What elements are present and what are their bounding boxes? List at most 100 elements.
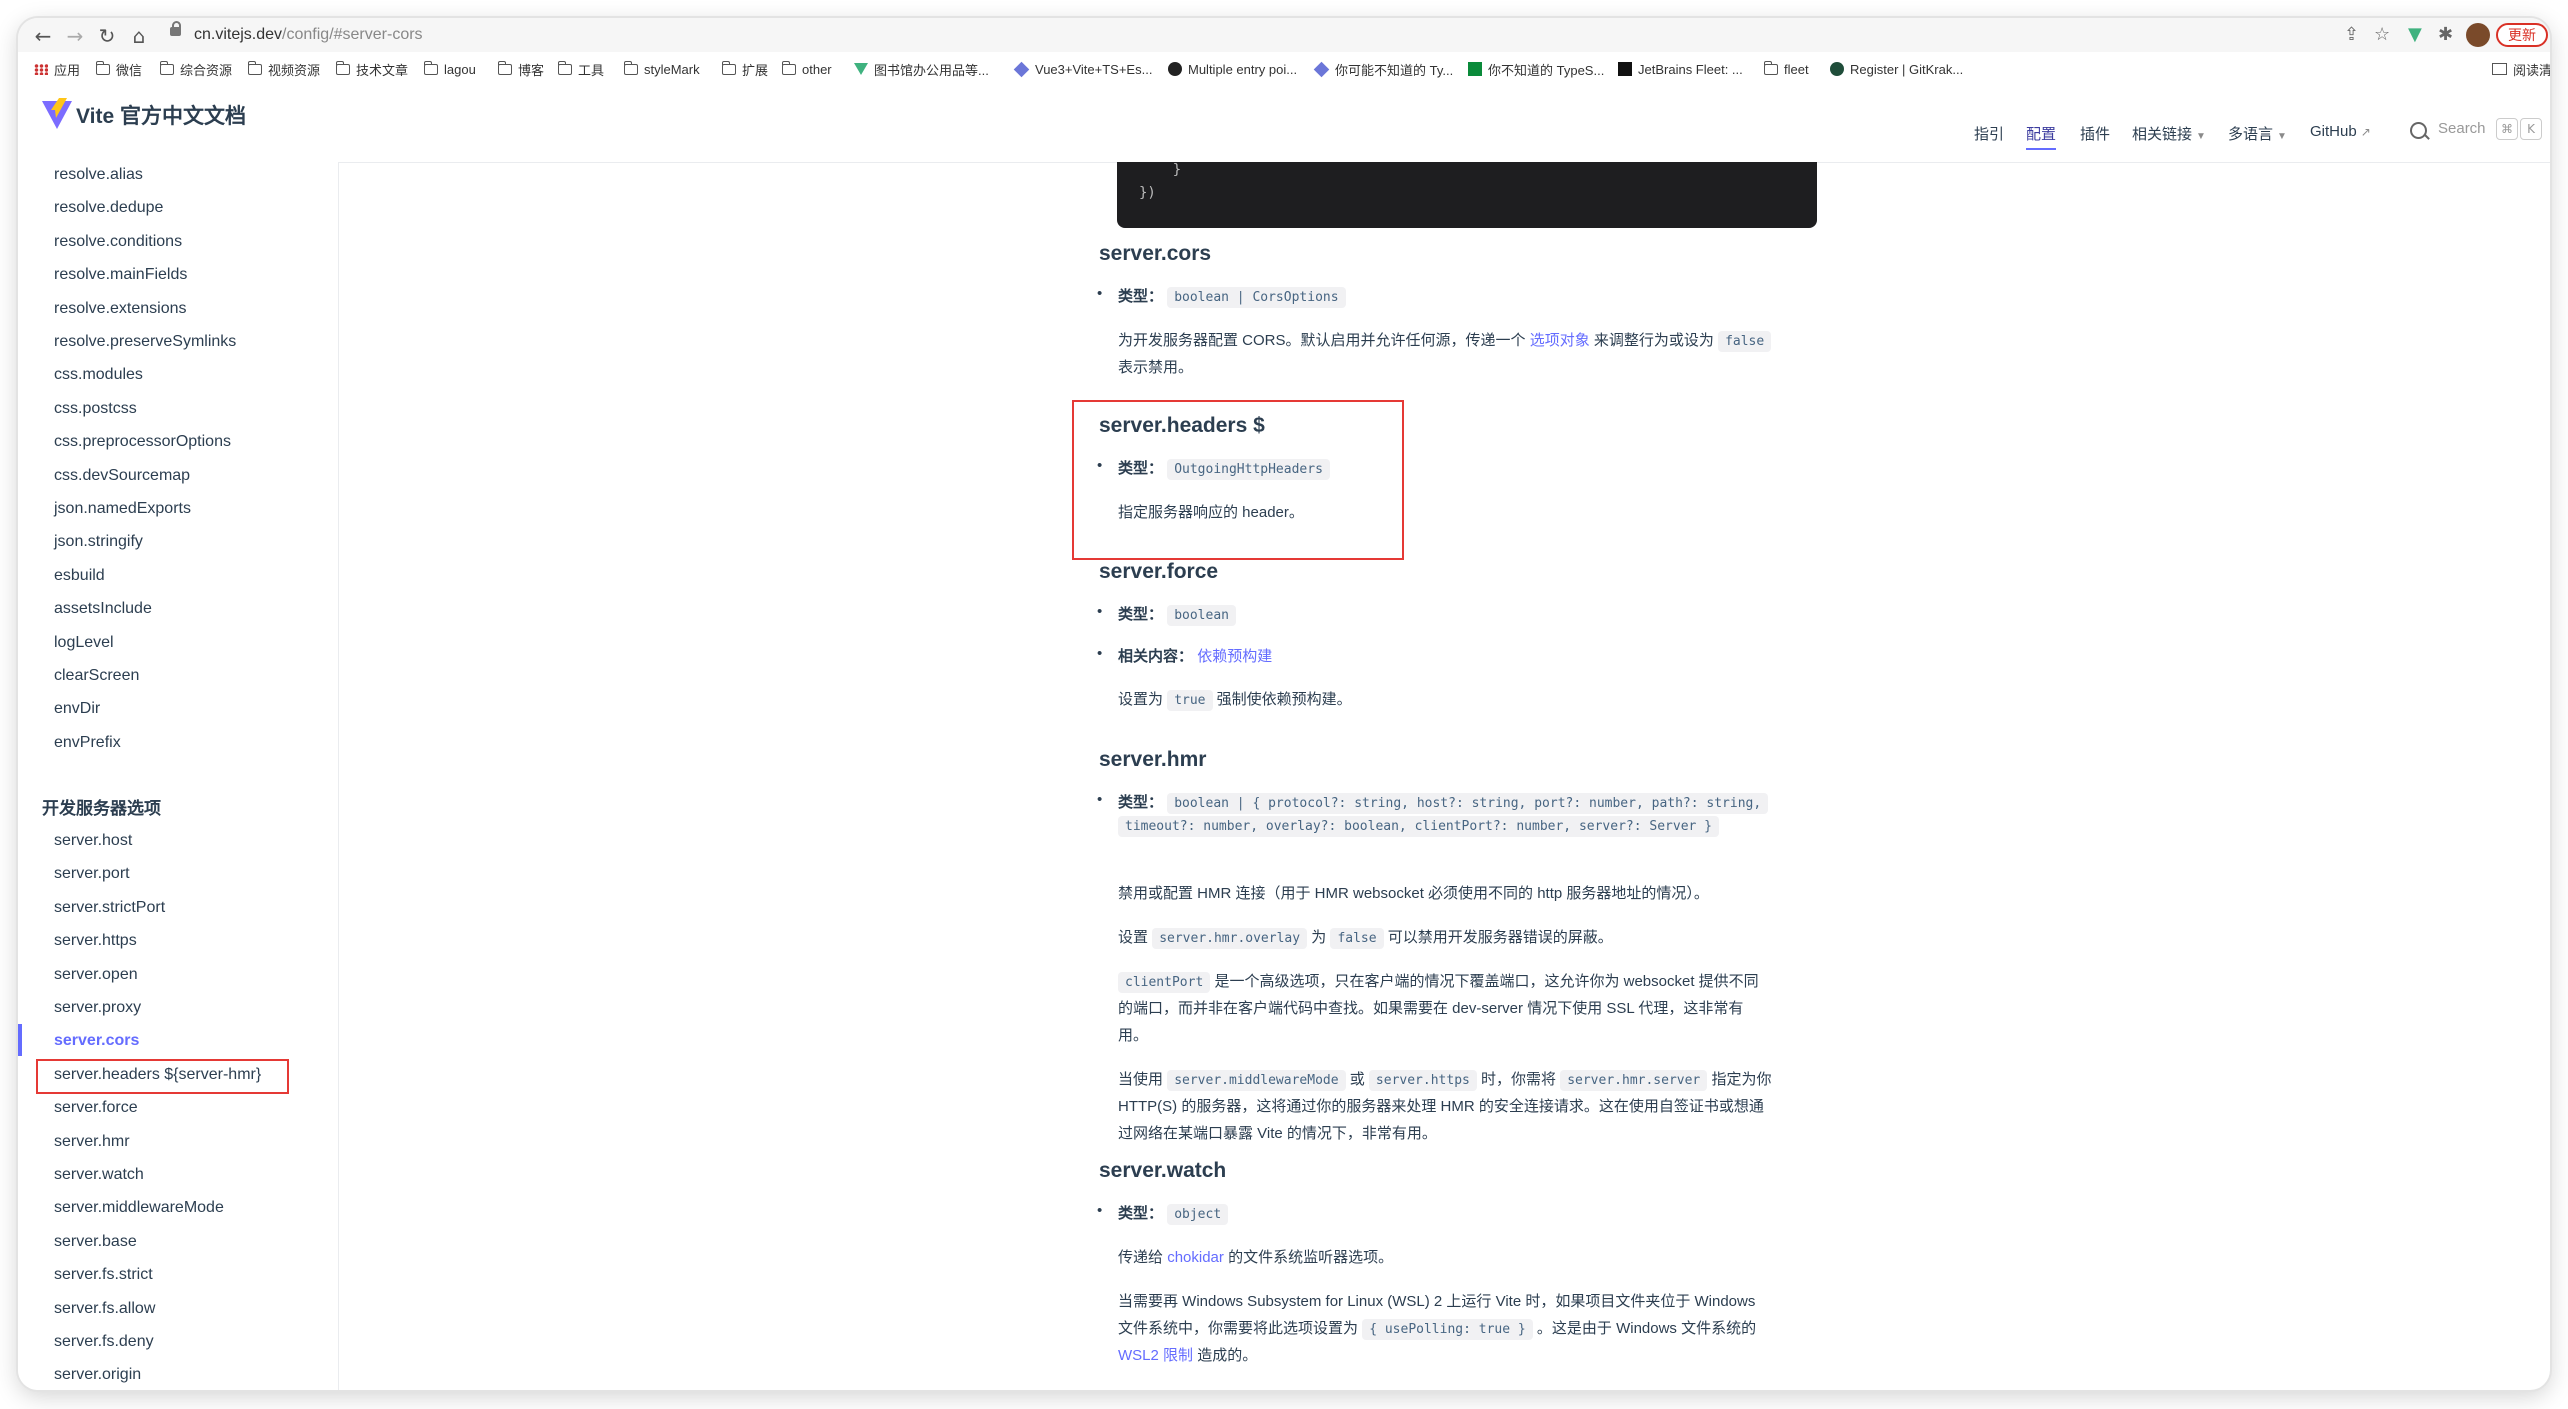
sidebar-item[interactable]: resolve.dedupe [54, 199, 163, 217]
paragraph: 设置 server.hmr.overlay 为 false 可以禁用开发服务器错… [1118, 926, 1613, 949]
bookmark-item[interactable]: 你不知道的 TypeS... [1468, 59, 1604, 79]
sidebar-item[interactable]: css.devSourcemap [54, 467, 190, 485]
url-field[interactable]: cn.vitejs.dev/config/#server-cors [194, 26, 423, 44]
sidebar-item[interactable]: css.postcss [54, 400, 137, 418]
code-line: }) [1139, 185, 1156, 201]
sidebar-item[interactable]: resolve.preserveSymlinks [54, 333, 236, 351]
bookmark-apps[interactable]: 应用 [34, 59, 80, 79]
bookmark-item[interactable]: fleet [1764, 59, 1809, 79]
sidebar: resolve.alias resolve.dedupe resolve.condi… [18, 162, 339, 1390]
bookmark-item[interactable]: lagou [424, 59, 476, 79]
sidebar-item[interactable]: server.cors [54, 1032, 139, 1050]
reload-icon[interactable]: ↻ [94, 24, 120, 48]
sidebar-item[interactable]: server.hmr [54, 1133, 130, 1151]
sidebar-item[interactable]: json.namedExports [54, 500, 191, 518]
heading-server-hmr[interactable]: server.hmr [1099, 748, 1206, 772]
bookmark-item[interactable]: other [782, 59, 832, 79]
vue-devtools-icon[interactable]: ▼ [2408, 24, 2422, 45]
bookmark-item[interactable]: Vue3+Vite+TS+Es... [1013, 59, 1152, 79]
sidebar-item[interactable]: server.strictPort [54, 899, 165, 917]
sidebar-item[interactable]: resolve.extensions [54, 300, 187, 318]
sidebar-item[interactable]: server.watch [54, 1166, 144, 1184]
vite-logo-icon[interactable] [42, 98, 72, 130]
sidebar-item[interactable]: server.https [54, 932, 137, 950]
bookmark-item[interactable]: 综合资源 [160, 59, 232, 79]
sidebar-item[interactable]: assetsInclude [54, 600, 152, 618]
sidebar-item[interactable]: server.proxy [54, 999, 141, 1017]
bookmark-item[interactable]: 工具 [558, 59, 604, 79]
nav-related-links[interactable]: 相关链接 ▼ [2132, 123, 2206, 144]
sidebar-item[interactable]: server.fs.strict [54, 1266, 153, 1284]
sidebar-item[interactable]: server.port [54, 865, 130, 883]
paragraph: 文件系统中，你需要将此选项设置为 { usePolling: true } 。这… [1118, 1317, 1756, 1340]
heading-server-watch[interactable]: server.watch [1099, 1159, 1226, 1183]
list-item: 类型： OutgoingHttpHeaders [1097, 457, 1330, 480]
heading-server-headers[interactable]: server.headers $ [1099, 414, 1265, 438]
sidebar-item[interactable]: json.stringify [54, 533, 143, 551]
dep-prebundle-link[interactable]: 依赖预构建 [1197, 648, 1272, 665]
sidebar-item[interactable]: server.origin [54, 1366, 141, 1384]
bookmark-item[interactable]: 博客 [498, 59, 544, 79]
sidebar-item[interactable]: server.open [54, 966, 138, 984]
bookmark-star-icon[interactable]: ☆ [2374, 24, 2390, 45]
bookmark-item[interactable]: 图书馆办公用品等... [854, 59, 989, 79]
back-icon[interactable]: ← [30, 24, 56, 48]
extensions-icon[interactable]: ✱ [2438, 24, 2453, 45]
sidebar-item[interactable]: resolve.conditions [54, 233, 182, 251]
sidebar-item[interactable]: server.base [54, 1233, 137, 1251]
address-bar: ← → ↻ ⌂ cn.vitejs.dev/config/#server-cor… [18, 18, 2550, 52]
bookmark-item[interactable]: JetBrains Fleet: ... [1618, 59, 1743, 79]
nav-config[interactable]: 配置 [2026, 123, 2057, 150]
reading-list[interactable]: 阅读清 [2492, 59, 2550, 79]
lock-icon [170, 21, 181, 36]
site-title[interactable]: Vite 官方中文文档 [76, 100, 246, 130]
url-host: cn.vitejs.dev [194, 26, 283, 43]
search-button[interactable]: Search ⌘ K [2408, 116, 2548, 146]
sidebar-item[interactable]: server.fs.allow [54, 1300, 155, 1318]
sidebar-item[interactable]: clearScreen [54, 667, 139, 685]
code-block: } }) [1117, 162, 1817, 228]
sidebar-item[interactable]: css.preprocessorOptions [54, 433, 231, 451]
list-item: 类型： boolean [1097, 603, 1236, 626]
url-path: /config/#server-cors [282, 26, 423, 43]
forward-icon[interactable]: → [62, 24, 88, 48]
folder-icon [96, 60, 110, 75]
heading-server-cors[interactable]: server.cors [1099, 242, 1211, 266]
sidebar-item[interactable]: server.host [54, 832, 132, 850]
bookmark-item[interactable]: 微信 [96, 59, 142, 79]
nav-languages[interactable]: 多语言 ▼ [2228, 123, 2287, 144]
bookmark-item[interactable]: 扩展 [722, 59, 768, 79]
heading-server-force[interactable]: server.force [1099, 560, 1218, 584]
avatar[interactable] [2466, 23, 2490, 47]
sidebar-item[interactable]: resolve.alias [54, 166, 143, 184]
nav-github[interactable]: GitHub ↗ [2310, 123, 2371, 140]
sidebar-item[interactable]: css.modules [54, 366, 143, 384]
sidebar-item[interactable]: envDir [54, 700, 100, 718]
sidebar-item[interactable]: server.middlewareMode [54, 1199, 224, 1217]
paragraph: 当需要再 Windows Subsystem for Linux (WSL) 2… [1118, 1293, 1756, 1310]
bookmark-item[interactable]: Multiple entry poi... [1168, 59, 1297, 79]
cors-options-link[interactable]: 选项对象 [1530, 332, 1590, 349]
sidebar-item[interactable]: server.force [54, 1099, 138, 1117]
bookmark-item[interactable]: styleMark [624, 59, 700, 79]
paragraph: 禁用或配置 HMR 连接（用于 HMR websocket 必须使用不同的 ht… [1118, 885, 1709, 902]
chokidar-link[interactable]: chokidar [1167, 1249, 1224, 1266]
wsl2-limit-link[interactable]: WSL2 限制 [1118, 1347, 1193, 1364]
home-icon[interactable]: ⌂ [126, 24, 152, 48]
nav-guide[interactable]: 指引 [1974, 123, 2004, 144]
nav-plugins[interactable]: 插件 [2080, 123, 2110, 144]
bookmark-item[interactable]: 技术文章 [336, 59, 408, 79]
search-icon [2410, 122, 2427, 139]
paragraph: 设置为 true 强制使依赖预构建。 [1118, 688, 1352, 711]
sidebar-item[interactable]: server.fs.deny [54, 1333, 154, 1351]
sidebar-item[interactable]: envPrefix [54, 734, 121, 752]
bookmark-item[interactable]: Register | GitKrak... [1830, 59, 1963, 79]
sidebar-item[interactable]: server.headers ${server-hmr} [54, 1066, 261, 1084]
share-icon[interactable]: ⇪ [2344, 24, 2359, 45]
bookmark-item[interactable]: 视频资源 [248, 59, 320, 79]
sidebar-item[interactable]: logLevel [54, 634, 114, 652]
sidebar-item[interactable]: resolve.mainFields [54, 266, 187, 284]
sidebar-item[interactable]: esbuild [54, 567, 105, 585]
update-button[interactable]: 更新 [2496, 23, 2548, 47]
bookmark-item[interactable]: 你可能不知道的 Ty... [1313, 59, 1453, 79]
